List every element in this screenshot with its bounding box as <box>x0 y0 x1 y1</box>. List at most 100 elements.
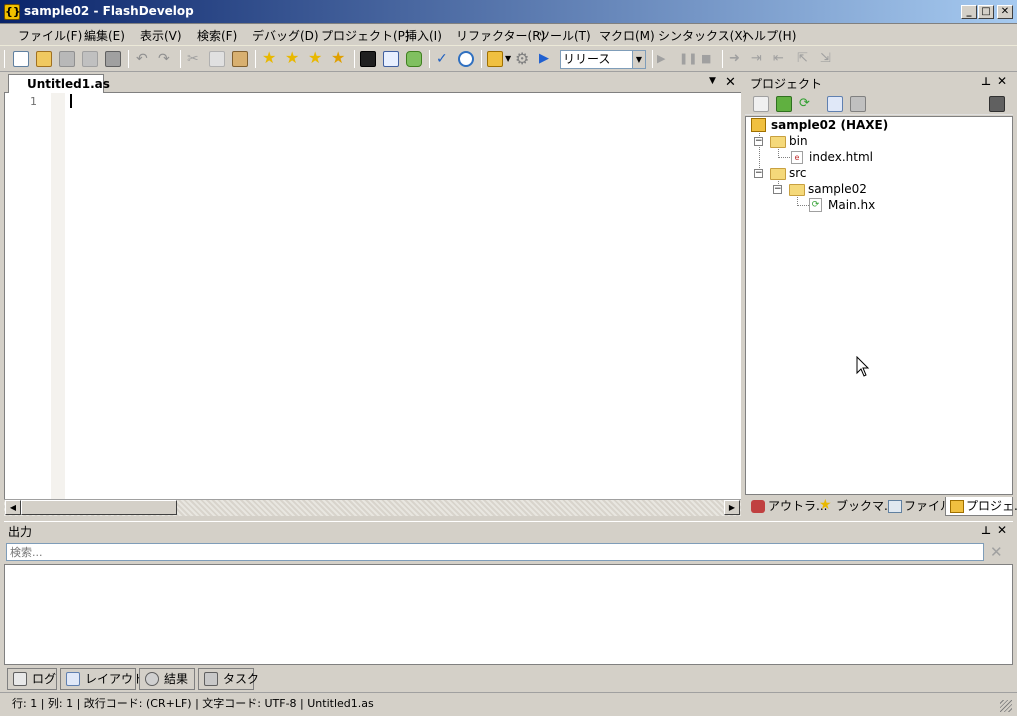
editor-tab-strip <box>4 74 741 93</box>
tree-folder-sample02[interactable]: sample02 <box>808 182 867 196</box>
panel-layout-icon[interactable] <box>383 51 399 67</box>
step-next-icon[interactable]: ➜ <box>729 51 745 67</box>
file-explorer-icon <box>888 500 902 513</box>
menu-search[interactable]: 検索(F) <box>197 27 237 44</box>
bookmark-clear-icon[interactable]: ★ <box>331 49 345 67</box>
add-file-icon[interactable] <box>776 96 792 112</box>
minimize-button[interactable]: _ <box>961 5 977 19</box>
scroll-left-icon[interactable]: ◀ <box>5 500 21 515</box>
editor-tab-untitled1[interactable]: Untitled1.as <box>8 74 110 94</box>
output-text-area[interactable] <box>4 564 1013 665</box>
paste-icon[interactable] <box>232 51 248 67</box>
show-hidden-icon[interactable] <box>850 96 866 112</box>
tab-list-chevron-icon[interactable]: ▼ <box>709 76 716 86</box>
menu-debug[interactable]: デバッグ(D) <box>252 27 319 44</box>
maximize-button[interactable]: □ <box>978 5 994 19</box>
folder-icon <box>789 184 805 196</box>
tab-log[interactable]: ログ <box>7 668 57 690</box>
new-item-icon[interactable] <box>753 96 769 112</box>
tab-tasks[interactable]: タスク <box>198 668 259 690</box>
tab-results-label: 結果 <box>164 672 189 686</box>
debug-pause-icon[interactable]: ❚❚ <box>679 51 697 67</box>
plugin-icon[interactable] <box>406 51 422 67</box>
menu-bar: ファイル(F) 編集(E) 表示(V) 検索(F) デバッグ(D) プロジェクト… <box>0 24 1017 46</box>
menu-syntax[interactable]: シンタックス(X) <box>658 27 747 44</box>
tree-folder-bin[interactable]: bin <box>789 134 808 148</box>
tree-file-main-hx[interactable]: Main.hx <box>828 198 875 212</box>
menu-file[interactable]: ファイル(F) <box>18 27 82 44</box>
properties-icon[interactable] <box>827 96 843 112</box>
project-dropdown-icon[interactable] <box>487 51 503 67</box>
copy-icon[interactable] <box>209 51 225 67</box>
tree-root-project[interactable]: sample02 (HAXE) <box>771 118 888 132</box>
tab-bookmarks[interactable]: ブックマ... <box>836 497 895 516</box>
new-file-icon[interactable] <box>13 51 29 67</box>
bookmark-toggle-icon[interactable]: ★ <box>262 49 276 67</box>
log-icon <box>13 672 27 686</box>
clock-icon[interactable] <box>458 51 474 67</box>
main-toolbar: ↶ ↷ ✂ ★ ★ ★ ★ ✓ ▼ ⚙ ▶ ▶ ❚❚ ■ ➜ ⇥ ⇤ ⇱ ⇲ <box>0 46 1017 72</box>
menu-insert[interactable]: 挿入(I) <box>405 27 442 44</box>
menu-help[interactable]: ヘルプ(H) <box>742 27 796 44</box>
output-search-input[interactable] <box>6 543 984 561</box>
binoculars-icon[interactable] <box>989 96 1005 112</box>
step-out-icon[interactable]: ⇱ <box>797 51 813 67</box>
tasks-icon <box>204 672 218 686</box>
text-caret <box>70 94 72 108</box>
refresh-icon[interactable]: ⟳ <box>799 96 815 112</box>
tree-line <box>797 205 809 206</box>
close-tab-icon[interactable]: ✕ <box>725 75 736 90</box>
menu-tools[interactable]: ツール(T) <box>538 27 591 44</box>
collapse-package-icon[interactable]: − <box>773 185 782 194</box>
toolbar-separator <box>255 50 256 68</box>
step-finish-icon[interactable]: ⇲ <box>820 51 836 67</box>
pin-icon[interactable]: ⊥ <box>981 75 991 88</box>
collapse-bin-icon[interactable]: − <box>754 137 763 146</box>
clear-search-icon[interactable]: ✕ <box>990 543 1003 561</box>
menu-refactor[interactable]: リファクター(R) <box>456 27 545 44</box>
toolbar-grip <box>4 50 5 68</box>
play-icon[interactable]: ▶ <box>539 51 555 67</box>
cut-icon[interactable]: ✂ <box>187 51 203 67</box>
code-editor[interactable] <box>4 93 741 499</box>
menu-project[interactable]: プロジェクト(P) <box>321 27 410 44</box>
save-all-icon[interactable] <box>82 51 98 67</box>
save-icon[interactable] <box>59 51 75 67</box>
check-syntax-icon[interactable]: ✓ <box>436 51 452 67</box>
step-into-icon[interactable]: ⇥ <box>751 51 767 67</box>
menu-macros[interactable]: マクロ(M) <box>599 27 655 44</box>
menu-view[interactable]: 表示(V) <box>140 27 182 44</box>
command-prompt-icon[interactable] <box>360 51 376 67</box>
gear-icon[interactable]: ⚙ <box>515 51 531 67</box>
bookmark-prev-icon[interactable]: ★ <box>308 49 322 67</box>
build-config-chevron-icon[interactable]: ▼ <box>632 51 645 68</box>
redo-icon[interactable]: ↷ <box>158 51 174 67</box>
close-panel-icon[interactable]: ✕ <box>997 74 1007 88</box>
debug-continue-icon[interactable]: ▶ <box>657 51 673 67</box>
pin-icon[interactable]: ⊥ <box>981 524 991 537</box>
collapse-src-icon[interactable]: − <box>754 169 763 178</box>
close-output-icon[interactable]: ✕ <box>997 523 1007 537</box>
bookmark-next-icon[interactable]: ★ <box>285 49 299 67</box>
resize-grip-icon[interactable] <box>1000 700 1012 712</box>
toolbar-separator <box>128 50 129 68</box>
close-window-button[interactable]: ✕ <box>997 5 1013 19</box>
tree-file-index-html[interactable]: index.html <box>809 150 873 164</box>
line-number-gutter <box>5 93 51 499</box>
scrollbar-thumb[interactable] <box>21 500 177 515</box>
step-over-icon[interactable]: ⇤ <box>773 51 789 67</box>
tree-folder-src[interactable]: src <box>789 166 807 180</box>
flashdevelop-app-icon[interactable]: {} <box>4 4 21 20</box>
scroll-right-icon[interactable]: ▶ <box>724 500 740 515</box>
project-panel-title: プロジェクト <box>750 77 823 91</box>
debug-stop-icon[interactable]: ■ <box>701 51 717 67</box>
tab-layout[interactable]: レイアウト <box>60 668 145 690</box>
haxe-file-icon: ⟳ <box>809 198 822 212</box>
undo-icon[interactable]: ↶ <box>136 51 152 67</box>
tab-results[interactable]: 結果 <box>139 668 195 690</box>
results-gear-icon <box>145 672 159 686</box>
print-icon[interactable] <box>105 51 121 67</box>
menu-edit[interactable]: 編集(E) <box>84 27 125 44</box>
toolbar-separator <box>722 50 723 68</box>
open-folder-icon[interactable] <box>36 51 52 67</box>
